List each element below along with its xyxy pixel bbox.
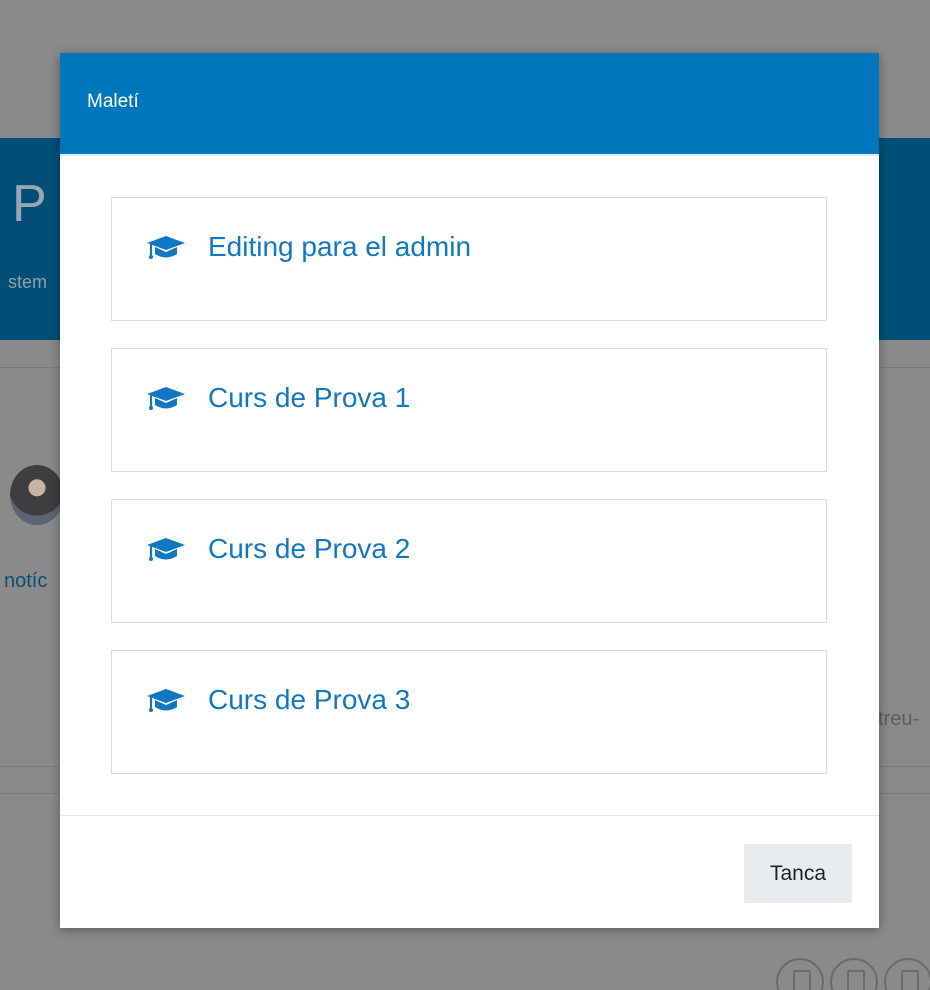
background-page-subtitle: stem [8,272,48,292]
course-link[interactable]: Curs de Prova 2 [208,533,410,565]
course-card[interactable]: Curs de Prova 3 [111,650,827,774]
background-page-title: P [12,175,47,233]
background-edit-button [776,958,824,990]
background-avatar [10,465,64,525]
course-link[interactable]: Curs de Prova 3 [208,684,410,716]
dialog-header: Maletí [60,53,879,156]
course-dialog: Maletí Editing para el admin Curs de Pro… [60,53,879,928]
course-list: Editing para el admin Curs de Prova 1 Cu… [111,197,827,801]
graduation-cap-icon [147,387,185,410]
graduation-cap-icon [147,689,185,712]
background-document-button [884,958,930,990]
background-news-link: notíc [4,570,48,592]
course-card[interactable]: Editing para el admin [111,197,827,321]
dialog-footer: Tanca [60,815,879,928]
background-side-text: treu- [878,708,920,730]
graduation-cap-icon [147,538,185,561]
course-link[interactable]: Editing para el admin [208,231,471,263]
course-card[interactable]: Curs de Prova 1 [111,348,827,472]
graduation-cap-icon [147,236,185,259]
course-link[interactable]: Curs de Prova 1 [208,382,410,414]
background-document-button [830,958,878,990]
dialog-title: Maletí [87,91,139,112]
close-button[interactable]: Tanca [744,844,852,903]
course-card[interactable]: Curs de Prova 2 [111,499,827,623]
page: P stem notíc treu- Maletí Editing para e… [0,0,930,990]
